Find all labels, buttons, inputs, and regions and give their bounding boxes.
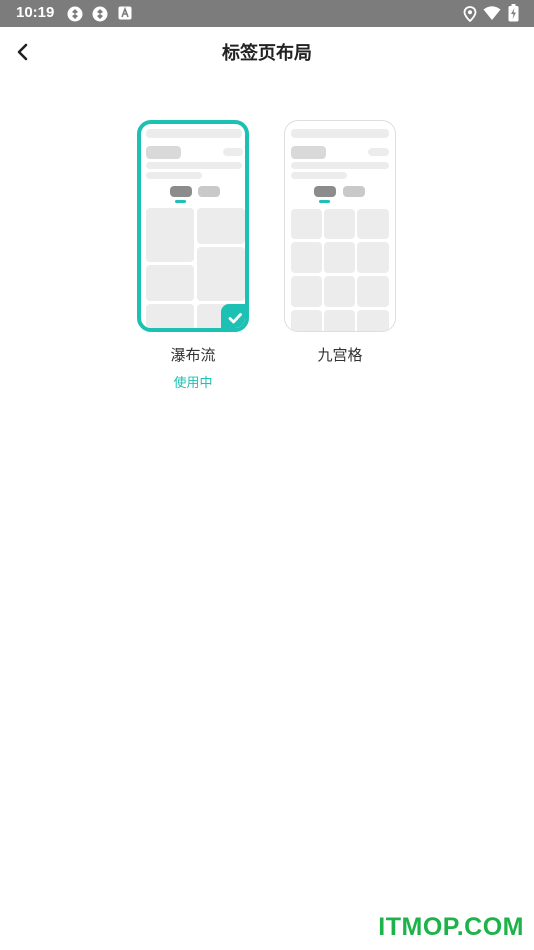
a-notification-icon [118, 6, 132, 20]
wifi-icon [483, 6, 501, 20]
page-title: 标签页布局 [222, 43, 312, 64]
watermark: ITMOP.COM [378, 913, 524, 941]
app-header: 标签页布局 [0, 27, 534, 77]
waterfall-preview [137, 120, 249, 332]
sync-icon-2 [92, 6, 108, 22]
location-icon [463, 6, 477, 22]
layout-option-waterfall[interactable]: 瀑布流 使用中 [137, 120, 249, 391]
battery-icon [508, 4, 519, 22]
check-icon [228, 313, 242, 324]
status-bar: 10:19 [0, 0, 534, 27]
sync-icon [67, 6, 83, 22]
in-use-status: 使用中 [173, 376, 213, 391]
layout-option-grid[interactable]: 九宫格 [284, 120, 396, 364]
layout-label-grid: 九宫格 [317, 346, 363, 364]
status-time: 10:19 [16, 4, 55, 21]
grid-preview [284, 120, 396, 332]
layout-label-waterfall: 瀑布流 [170, 346, 216, 364]
selected-check-badge [221, 304, 245, 328]
